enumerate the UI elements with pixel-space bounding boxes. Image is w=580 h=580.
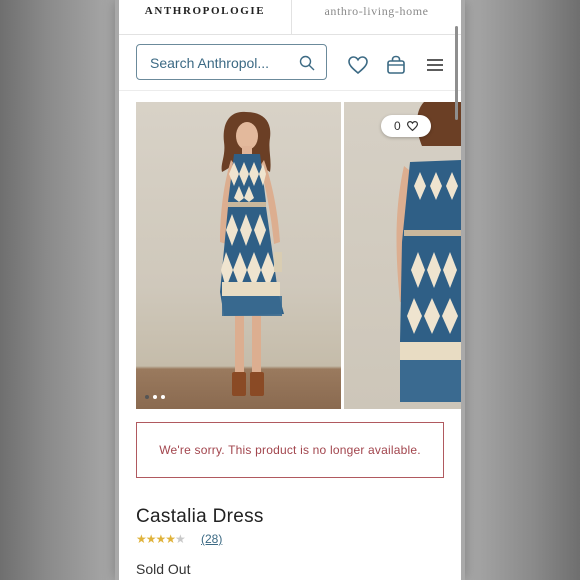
scrollbar[interactable] [455,26,458,120]
search-placeholder: Search Anthropol... [150,55,270,71]
model-illustration [220,111,284,396]
carousel-dot-1[interactable] [145,395,149,399]
product-image-front[interactable] [136,102,341,409]
star-filled-icon: ★★★★ [136,532,176,546]
like-count: 0 [394,119,401,133]
availability-status: Sold Out [136,561,191,577]
shopping-bag-icon[interactable] [385,54,407,76]
brand-bar: ANTHROPOLOGIE anthro-living-home [119,0,461,35]
carousel-dot-2[interactable] [153,395,157,399]
heart-icon[interactable] [347,54,369,76]
alert-message: We're sorry. This product is no longer a… [159,443,421,457]
search-row: Search Anthropol... [119,34,461,91]
product-title: Castalia Dress [136,506,264,527]
rating-stars[interactable]: ★★★★★ [136,532,186,546]
unavailable-alert: We're sorry. This product is no longer a… [136,422,444,478]
carousel-dot-3[interactable] [161,395,165,399]
brand-link-living-home[interactable]: anthro-living-home [292,0,461,34]
search-icon[interactable] [299,55,315,71]
brand-link-anthropologie[interactable]: ANTHROPOLOGIE [119,0,291,34]
heart-outline-icon [406,121,419,132]
search-input[interactable]: Search Anthropol... [136,44,327,80]
like-badge[interactable]: 0 [381,115,431,137]
product-image-side[interactable] [344,102,461,409]
product-page: ANTHROPOLOGIE anthro-living-home Search … [119,0,461,580]
model-side-illustration [396,102,461,402]
review-count-link[interactable]: (28) [201,532,222,546]
menu-icon[interactable] [424,54,446,76]
star-empty-icon: ★ [175,532,186,546]
